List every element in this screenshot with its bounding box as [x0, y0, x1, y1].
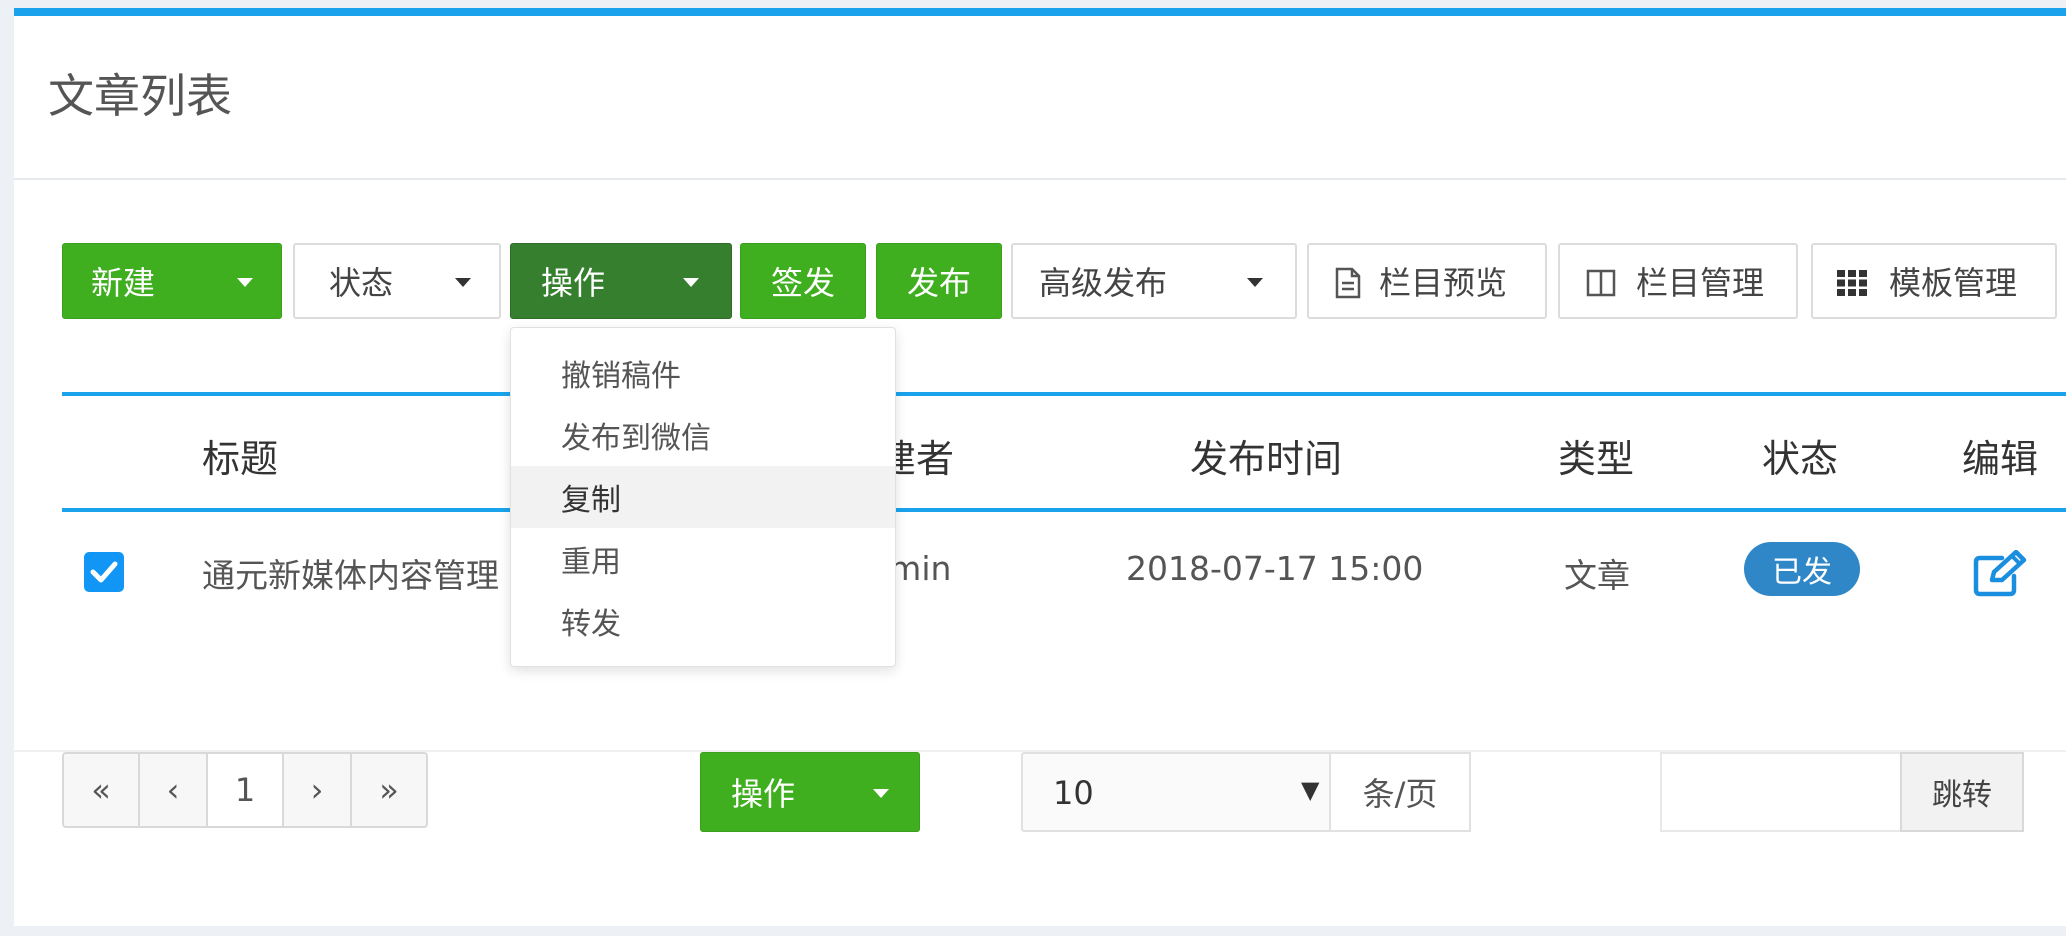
grid-icon: [1837, 270, 1867, 296]
row-title[interactable]: 通元新媒体内容管理: [202, 549, 499, 597]
title-divider: [14, 178, 2066, 180]
column-header-edit: 编辑: [1962, 437, 2039, 481]
row-publish-time: 2018-07-17 15:00: [1126, 549, 1424, 588]
chevron-down-icon: [1247, 278, 1263, 287]
footer-operate-label: 操作: [731, 775, 796, 813]
column-preview-label: 栏目预览: [1379, 264, 1508, 302]
advanced-publish-dropdown[interactable]: 高级发布: [1011, 243, 1297, 319]
column-header-type[interactable]: 类型: [1558, 428, 1634, 483]
pagination: « ‹ 1 › »: [62, 752, 428, 828]
row-type: 文章: [1564, 556, 1630, 595]
new-button-label: 新建: [91, 264, 156, 302]
menu-item-copy[interactable]: 复制: [511, 466, 895, 528]
footer-operate-button[interactable]: 操作: [700, 752, 920, 832]
operate-dropdown-button[interactable]: 操作: [510, 243, 732, 319]
table-header-border: [62, 508, 2066, 512]
status-dropdown[interactable]: 状态: [293, 243, 501, 319]
menu-item-publish-wechat[interactable]: 发布到微信: [511, 404, 895, 466]
template-manage-button[interactable]: 模板管理: [1811, 243, 2057, 319]
pagination-page-1[interactable]: 1: [208, 754, 284, 826]
jump-page-input[interactable]: [1660, 752, 1902, 832]
row-checkbox[interactable]: [84, 552, 124, 592]
chevron-down-icon: [455, 278, 471, 287]
status-dropdown-label: 状态: [329, 264, 394, 302]
pagination-last[interactable]: »: [352, 754, 426, 826]
publish-button-label: 发布: [906, 264, 971, 302]
column-manage-label: 栏目管理: [1636, 264, 1765, 302]
menu-item-forward[interactable]: 转发: [511, 590, 895, 652]
chevron-down-icon: [683, 278, 699, 287]
chevron-down-icon: [873, 789, 889, 798]
pagination-first[interactable]: «: [64, 754, 140, 826]
sign-button[interactable]: 签发: [740, 243, 866, 319]
page-title: 文章列表: [48, 69, 232, 123]
columns-icon: [1586, 269, 1616, 297]
column-header-publish-time[interactable]: 发布时间: [1190, 428, 1342, 483]
template-manage-label: 模板管理: [1889, 264, 2018, 302]
new-button[interactable]: 新建: [62, 243, 282, 319]
document-icon: [1335, 267, 1361, 299]
page-size-select[interactable]: 10 ▼: [1021, 752, 1333, 832]
sign-button-label: 签发: [770, 264, 835, 302]
operate-dropdown-label: 操作: [541, 264, 606, 302]
check-icon: [90, 561, 118, 583]
edit-icon[interactable]: [1972, 550, 2030, 598]
table-top-border: [62, 392, 2066, 396]
column-header-status[interactable]: 状态: [1762, 428, 1838, 483]
publish-button[interactable]: 发布: [876, 243, 1002, 319]
jump-button[interactable]: 跳转: [1900, 752, 2024, 832]
column-preview-button[interactable]: 栏目预览: [1307, 243, 1547, 319]
page-size-value: 10: [1053, 774, 1094, 812]
chevron-down-icon: [237, 278, 253, 287]
column-header-title[interactable]: 标题: [202, 428, 278, 483]
menu-item-revoke[interactable]: 撤销稿件: [511, 342, 895, 404]
menu-item-reuse[interactable]: 重用: [511, 528, 895, 590]
per-page-label: 条/页: [1329, 752, 1471, 832]
status-badge: 已发: [1744, 542, 1860, 596]
chevron-down-icon: ▼: [1301, 776, 1320, 804]
pagination-prev[interactable]: ‹: [140, 754, 208, 826]
operate-dropdown-menu: 撤销稿件 发布到微信 复制 重用 转发: [510, 327, 896, 667]
column-manage-button[interactable]: 栏目管理: [1558, 243, 1798, 319]
advanced-publish-label: 高级发布: [1039, 264, 1168, 302]
pagination-next[interactable]: ›: [284, 754, 352, 826]
